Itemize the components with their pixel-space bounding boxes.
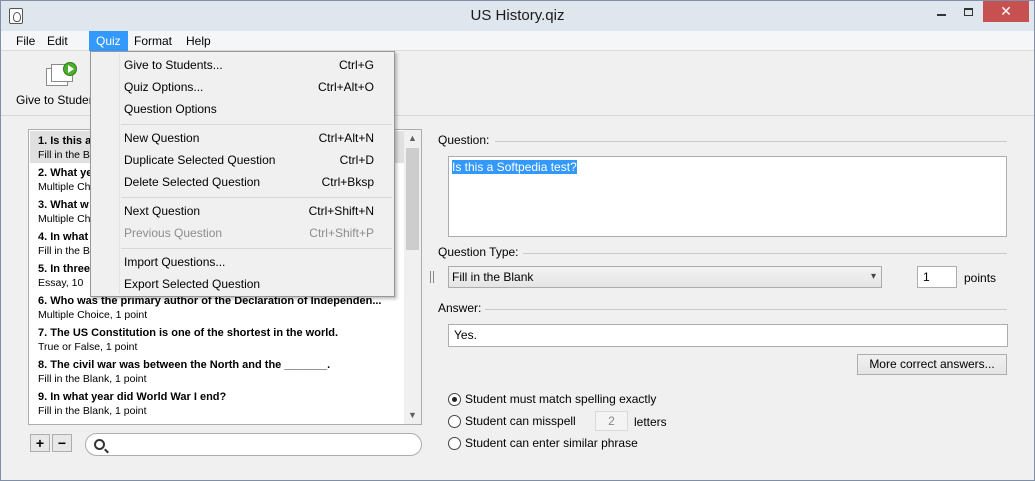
answer-label: Answer: (438, 301, 482, 315)
app-window: US History.qiz ✕ File Edit Quiz Format H… (0, 0, 1035, 481)
menu-format[interactable]: Format (127, 31, 179, 51)
menu-previous-question[interactable]: Previous Question Ctrl+Shift+P (93, 222, 392, 244)
quiz-menu-dropdown: Give to Students... Ctrl+G Quiz Options.… (90, 51, 395, 297)
scroll-up-icon[interactable]: ▲ (404, 130, 421, 147)
menu-import-questions[interactable]: Import Questions... (93, 251, 392, 273)
menu-separator (121, 248, 392, 249)
radio-icon[interactable] (448, 414, 461, 428)
menu-give-to-students[interactable]: Give to Students... Ctrl+G (93, 54, 392, 76)
chevron-down-icon: ▾ (870, 271, 876, 282)
question-type-select[interactable]: Fill in the Blank ▾ (448, 266, 882, 288)
radio-icon[interactable] (448, 392, 461, 406)
letters-label: letters (634, 415, 667, 429)
give-to-students-button[interactable]: Give to Studen (14, 60, 95, 112)
menu-duplicate-question[interactable]: Duplicate Selected Question Ctrl+D (93, 149, 392, 171)
title-bar: US History.qiz ✕ (1, 1, 1034, 31)
menu-quiz-options[interactable]: Quiz Options... Ctrl+Alt+O (93, 76, 392, 98)
radio-misspell[interactable]: Student can misspell (448, 413, 576, 429)
maximize-button[interactable] (955, 1, 982, 22)
menu-help[interactable]: Help (179, 31, 218, 51)
radio-similar-phrase[interactable]: Student can enter similar phrase (448, 435, 638, 451)
close-icon: ✕ (1000, 3, 1012, 19)
question-text: Is this a Softpedia test? (452, 160, 577, 174)
menu-bar: File Edit Quiz Format Help (1, 31, 1034, 51)
scroll-thumb[interactable] (406, 148, 419, 250)
remove-question-button[interactable]: − (52, 434, 72, 452)
minimize-icon (937, 13, 946, 16)
minimize-button[interactable] (928, 1, 955, 22)
question-text-area[interactable]: Is this a Softpedia test? (448, 156, 1007, 237)
list-scrollbar[interactable]: ▲ ▼ (404, 130, 421, 424)
answer-field[interactable]: Yes. (448, 324, 1008, 347)
question-type-label: Question Type: (438, 245, 519, 259)
give-to-students-icon (46, 62, 78, 90)
menu-separator (121, 124, 392, 125)
grip-handle[interactable] (430, 271, 434, 283)
points-field[interactable]: 1 (917, 266, 957, 288)
list-controls: + − (30, 434, 74, 452)
close-button[interactable]: ✕ (983, 1, 1029, 22)
radio-icon[interactable] (448, 436, 461, 450)
divider (523, 253, 1007, 254)
menu-file[interactable]: File (9, 31, 42, 51)
question-type-value: Fill in the Blank (452, 270, 534, 284)
radio-exact-spelling[interactable]: Student must match spelling exactly (448, 391, 656, 407)
menu-edit[interactable]: Edit (40, 31, 75, 51)
points-label: points (964, 271, 997, 285)
question-label: Question: (438, 133, 490, 147)
menu-next-question[interactable]: Next Question Ctrl+Shift+N (93, 200, 392, 222)
list-item[interactable]: 9. In what year did World War I end? Fil… (30, 387, 405, 419)
scroll-down-icon[interactable]: ▼ (404, 407, 421, 424)
give-to-students-label: Give to Studen (16, 93, 96, 107)
maximize-icon (964, 7, 973, 16)
more-answers-button[interactable]: More correct answers... (857, 354, 1007, 375)
menu-question-options[interactable]: Question Options (93, 98, 392, 120)
menu-quiz[interactable]: Quiz (89, 31, 128, 51)
list-item[interactable]: 8. The civil war was between the North a… (30, 355, 405, 387)
divider (485, 309, 1007, 310)
search-icon (94, 439, 105, 450)
window-title: US History.qiz (470, 7, 565, 24)
divider (495, 141, 1007, 142)
misspell-letters-field[interactable]: 2 (595, 411, 628, 431)
search-input[interactable] (85, 433, 422, 456)
list-item[interactable]: 7. The US Constitution is one of the sho… (30, 323, 405, 355)
menu-delete-question[interactable]: Delete Selected Question Ctrl+Bksp (93, 171, 392, 193)
menu-separator (121, 197, 392, 198)
add-question-button[interactable]: + (30, 434, 50, 452)
menu-export-question[interactable]: Export Selected Question (93, 273, 392, 295)
menu-new-question[interactable]: New Question Ctrl+Alt+N (93, 127, 392, 149)
